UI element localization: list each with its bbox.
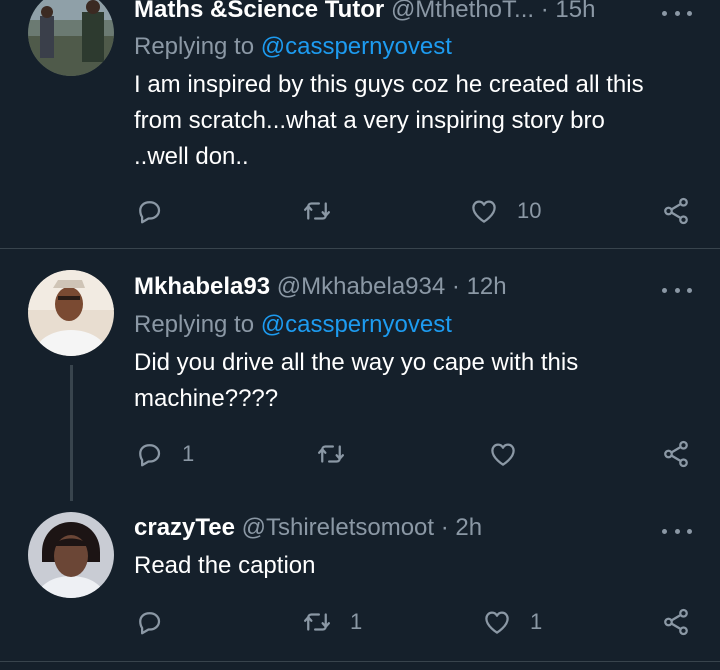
- divider: [0, 661, 720, 662]
- share-button[interactable]: [661, 193, 691, 229]
- reply-count: 1: [182, 441, 195, 466]
- reply-icon: [134, 439, 164, 469]
- retweet-icon: [302, 196, 332, 226]
- user-handle[interactable]: @MthethoT...: [391, 0, 534, 23]
- tweet-actions: 10: [0, 193, 720, 229]
- more-icon[interactable]: [662, 280, 692, 300]
- share-icon: [661, 439, 691, 469]
- retweet-count: 1: [350, 609, 363, 634]
- replying-to: Replying to @casspernyovest: [134, 310, 452, 340]
- avatar[interactable]: [28, 270, 114, 356]
- like-button[interactable]: 10: [469, 193, 541, 229]
- separator-dot: ·: [440, 514, 449, 541]
- like-button[interactable]: 1: [482, 604, 542, 640]
- separator-dot: ·: [540, 0, 549, 23]
- display-name[interactable]: Mkhabela93: [134, 273, 270, 300]
- tweet-header: Mkhabela93 @Mkhabela934 · 12h: [134, 272, 640, 302]
- tweet[interactable]: crazyTee @Tshireletsomoot · 2h Read the …: [0, 500, 720, 660]
- reply-button[interactable]: [134, 604, 182, 640]
- tweet-text: Read the caption: [134, 552, 316, 579]
- retweet-button[interactable]: 1: [302, 604, 362, 640]
- more-icon[interactable]: [662, 3, 692, 23]
- retweet-button[interactable]: [316, 436, 364, 472]
- tweet-header: crazyTee @Tshireletsomoot · 2h: [134, 513, 640, 543]
- thread-line: [70, 365, 73, 501]
- tweet-actions: 1 1: [0, 604, 720, 640]
- heart-icon: [469, 196, 499, 226]
- heart-icon: [488, 439, 518, 469]
- share-icon: [661, 607, 691, 637]
- display-name[interactable]: Maths &Science Tutor: [134, 0, 384, 23]
- separator-dot: ·: [451, 273, 460, 300]
- like-count: 1: [530, 609, 543, 634]
- tweet[interactable]: Mkhabela93 @Mkhabela934 · 12h Replying t…: [0, 249, 720, 501]
- tweet-actions: 1: [0, 436, 720, 472]
- retweet-button[interactable]: [302, 193, 350, 229]
- share-icon: [661, 196, 691, 226]
- like-button[interactable]: [488, 436, 536, 472]
- retweet-icon: [302, 607, 332, 637]
- heart-icon: [482, 607, 512, 637]
- timestamp[interactable]: 15h: [555, 0, 595, 23]
- avatar[interactable]: [28, 512, 114, 598]
- tweet-header: Maths &Science Tutor @MthethoT... · 15h: [134, 0, 640, 25]
- display-name[interactable]: crazyTee: [134, 514, 235, 541]
- tweet[interactable]: Maths &Science Tutor @MthethoT... · 15h …: [0, 0, 720, 248]
- reply-button[interactable]: [134, 193, 182, 229]
- mention-link[interactable]: @casspernyovest: [261, 311, 452, 338]
- avatar[interactable]: [28, 0, 114, 76]
- more-icon[interactable]: [662, 521, 692, 541]
- share-button[interactable]: [661, 604, 691, 640]
- user-handle[interactable]: @Mkhabela934: [277, 273, 445, 300]
- user-handle[interactable]: @Tshireletsomoot: [242, 514, 434, 541]
- tweet-text: I am inspired by this guys coz he create…: [134, 71, 644, 170]
- retweet-icon: [316, 439, 346, 469]
- tweet-text: Did you drive all the way yo cape with t…: [134, 349, 579, 412]
- replying-to-label: Replying to: [134, 311, 255, 338]
- reply-button[interactable]: 1: [134, 436, 194, 472]
- mention-link[interactable]: @casspernyovest: [261, 33, 452, 60]
- replying-to-label: Replying to: [134, 33, 255, 60]
- timestamp[interactable]: 12h: [467, 273, 507, 300]
- replying-to: Replying to @casspernyovest: [134, 32, 452, 62]
- timestamp[interactable]: 2h: [455, 514, 482, 541]
- reply-icon: [134, 607, 164, 637]
- reply-icon: [134, 196, 164, 226]
- like-count: 10: [517, 198, 542, 223]
- share-button[interactable]: [661, 436, 691, 472]
